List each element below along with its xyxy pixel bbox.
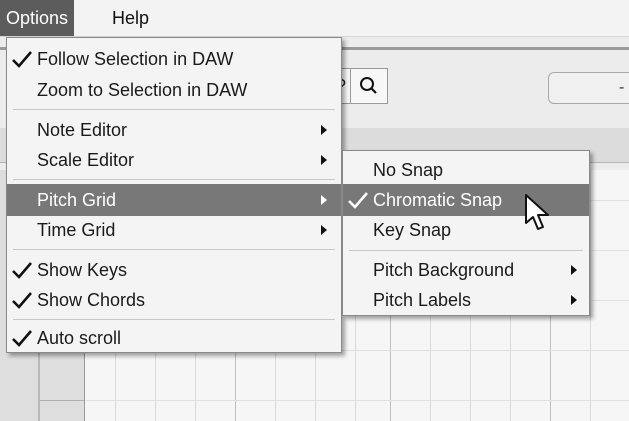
menu-item-label: Chromatic Snap bbox=[373, 190, 503, 210]
pitch-grid-submenu: No Snap Chromatic Snap Key Snap Pitch Ba… bbox=[342, 150, 590, 316]
menu-item-label: No Snap bbox=[373, 160, 444, 180]
checkmark-icon bbox=[12, 292, 32, 309]
menu-item-label: Show Chords bbox=[37, 290, 146, 310]
menu-item-no-snap[interactable]: No Snap bbox=[343, 154, 589, 186]
menu-item-label: Scale Editor bbox=[37, 150, 135, 170]
menu-item-auto-scroll[interactable]: Auto scroll bbox=[7, 322, 341, 354]
zoom-button[interactable] bbox=[350, 68, 388, 104]
menu-item-label: Zoom to Selection in DAW bbox=[37, 80, 248, 100]
submenu-arrow-icon bbox=[321, 125, 327, 135]
checkmark-icon bbox=[348, 192, 368, 209]
menu-item-pitch-grid[interactable]: Pitch Grid bbox=[7, 184, 341, 216]
toolbar-field-value: - bbox=[619, 79, 625, 96]
menu-separator bbox=[13, 179, 335, 180]
menubar: Options Help bbox=[0, 0, 629, 37]
menu-item-label: Show Keys bbox=[37, 260, 128, 280]
menu-item-time-grid[interactable]: Time Grid bbox=[7, 214, 341, 246]
submenu-arrow-icon bbox=[321, 195, 327, 205]
menu-item-label: Pitch Grid bbox=[37, 190, 117, 210]
menu-item-note-editor[interactable]: Note Editor bbox=[7, 114, 341, 146]
toolbar-field[interactable]: - bbox=[548, 72, 629, 104]
magnifier-icon bbox=[360, 77, 377, 94]
menu-item-label: Pitch Background bbox=[373, 260, 515, 280]
checkmark-icon bbox=[12, 262, 32, 279]
mouse-pointer-icon bbox=[525, 194, 549, 230]
menu-item-label: Note Editor bbox=[37, 120, 128, 140]
key-line bbox=[40, 400, 84, 401]
menu-item-show-keys[interactable]: Show Keys bbox=[7, 254, 341, 286]
menu-item-follow-selection[interactable]: Follow Selection in DAW bbox=[7, 43, 341, 75]
checkmark-icon bbox=[12, 51, 32, 68]
grid-row-line bbox=[85, 400, 629, 401]
menu-item-label: Time Grid bbox=[37, 220, 116, 240]
menu-item-label: Auto scroll bbox=[37, 328, 122, 348]
submenu-arrow-icon bbox=[571, 265, 577, 275]
submenu-arrow-icon bbox=[321, 155, 327, 165]
menu-options[interactable]: Options bbox=[0, 0, 75, 36]
menu-help[interactable]: Help bbox=[106, 0, 155, 36]
menu-item-chromatic-snap[interactable]: Chromatic Snap bbox=[343, 184, 589, 216]
menu-item-label: Pitch Labels bbox=[373, 290, 472, 310]
menu-item-zoom-selection[interactable]: Zoom to Selection in DAW bbox=[7, 74, 341, 106]
menu-item-label: Follow Selection in DAW bbox=[37, 49, 234, 69]
menu-separator bbox=[13, 109, 335, 110]
menu-item-pitch-background[interactable]: Pitch Background bbox=[343, 254, 589, 286]
menu-item-pitch-labels[interactable]: Pitch Labels bbox=[343, 284, 589, 316]
menu-item-label: Key Snap bbox=[373, 220, 452, 240]
submenu-arrow-icon bbox=[571, 295, 577, 305]
menu-separator bbox=[13, 249, 335, 250]
menu-item-key-snap[interactable]: Key Snap bbox=[343, 214, 589, 246]
menu-separator bbox=[13, 319, 335, 320]
menu-item-show-chords[interactable]: Show Chords bbox=[7, 284, 341, 316]
submenu-arrow-icon bbox=[321, 225, 327, 235]
options-menu: Follow Selection in DAW Zoom to Selectio… bbox=[6, 37, 342, 353]
checkmark-icon bbox=[12, 330, 32, 347]
menu-separator bbox=[349, 250, 583, 251]
grid-line bbox=[590, 170, 591, 421]
menu-item-scale-editor[interactable]: Scale Editor bbox=[7, 144, 341, 176]
